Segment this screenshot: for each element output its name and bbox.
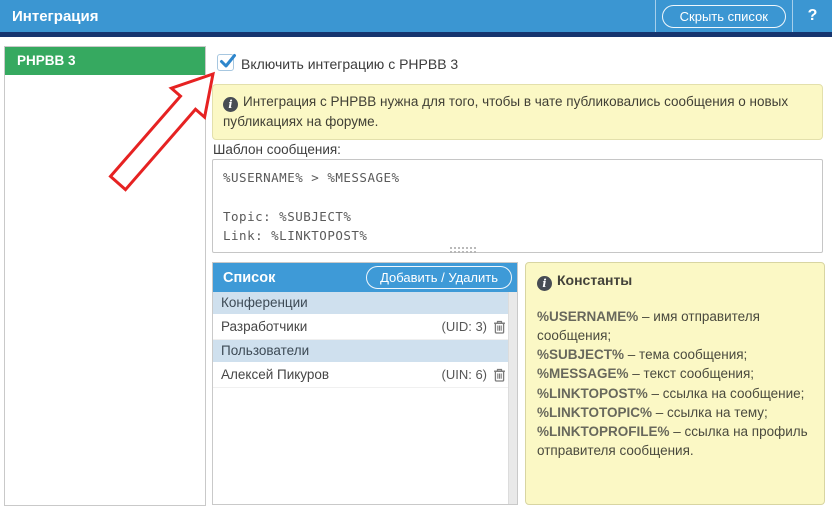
list-row[interactable]: Разработчики (UID: 3) xyxy=(213,314,517,340)
constant-item: %LINKTOPOST% – ссылка на сообщение; xyxy=(537,384,813,403)
hide-list-segment: Скрыть список xyxy=(655,0,792,32)
integration-settings-page: Интеграция Скрыть список ? PHPBB 3 Включ… xyxy=(0,0,832,512)
row-id: (UID: 3) xyxy=(442,319,488,334)
header-bar: Интеграция Скрыть список ? xyxy=(0,0,832,37)
info-icon: i xyxy=(537,276,552,291)
constants-panel: i Константы %USERNAME% – имя отправителя … xyxy=(525,262,825,505)
sidebar-panel: PHPBB 3 xyxy=(4,46,206,506)
constant-name: %SUBJECT% xyxy=(537,347,624,362)
template-textarea[interactable]: %USERNAME% > %MESSAGE% Topic: %SUBJECT% … xyxy=(212,159,823,253)
group-header-users: Пользователи xyxy=(213,340,517,362)
page-title: Интеграция xyxy=(0,8,98,25)
constant-desc: – текст сообщения; xyxy=(632,366,754,381)
list-scrollbar[interactable] xyxy=(508,292,517,504)
row-id: (UIN: 6) xyxy=(442,367,488,382)
checkmark-icon xyxy=(218,52,237,71)
constant-desc: – ссылка на сообщение; xyxy=(652,386,805,401)
info-box: iИнтеграция с PHPBB нужна для того, чтоб… xyxy=(212,84,823,140)
constant-name: %LINKTOPROFILE% xyxy=(537,424,670,439)
enable-checkbox-label: Включить интеграцию с PHPBB 3 xyxy=(241,56,458,72)
list-title: Список xyxy=(213,270,275,286)
constant-name: %MESSAGE% xyxy=(537,366,629,381)
constants-header: i Константы xyxy=(537,272,813,291)
list-row[interactable]: Алексей Пикуров (UIN: 6) xyxy=(213,362,517,388)
constant-item: %USERNAME% – имя отправителя сообщения; xyxy=(537,307,813,345)
constants-title: Константы xyxy=(557,272,632,288)
constant-item: %LINKTOPROFILE% – ссылка на профиль отпр… xyxy=(537,422,813,460)
constant-name: %LINKTOPOST% xyxy=(537,386,648,401)
constant-item: %MESSAGE% – текст сообщения; xyxy=(537,364,813,383)
row-name: Разработчики xyxy=(221,319,307,334)
info-icon: i xyxy=(223,97,238,112)
group-header-conferences: Конференции xyxy=(213,292,517,314)
trash-icon[interactable] xyxy=(493,320,506,334)
enable-integration-checkbox[interactable] xyxy=(217,54,234,71)
help-button[interactable]: ? xyxy=(808,7,818,25)
template-label: Шаблон сообщения: xyxy=(213,142,341,157)
help-segment: ? xyxy=(792,0,832,32)
info-text: Интеграция с PHPBB нужна для того, чтобы… xyxy=(223,94,788,129)
constant-desc: – ссылка на тему; xyxy=(656,405,768,420)
list-header: Список Добавить / Удалить xyxy=(213,263,517,292)
trash-icon[interactable] xyxy=(493,368,506,382)
constant-desc: – тема сообщения; xyxy=(628,347,748,362)
constant-name: %USERNAME% xyxy=(537,309,638,324)
list-panel: Список Добавить / Удалить Конференции Ра… xyxy=(212,262,518,505)
textarea-resize-grip[interactable] xyxy=(449,246,478,255)
sidebar-item-phpbb3[interactable]: PHPBB 3 xyxy=(5,47,205,75)
constant-name: %LINKTOTOPIC% xyxy=(537,405,652,420)
add-remove-button[interactable]: Добавить / Удалить xyxy=(366,266,512,289)
constant-item: %LINKTOTOPIC% – ссылка на тему; xyxy=(537,403,813,422)
header-actions: Скрыть список ? xyxy=(655,0,832,32)
row-name: Алексей Пикуров xyxy=(221,367,329,382)
hide-list-button[interactable]: Скрыть список xyxy=(662,5,786,28)
constant-item: %SUBJECT% – тема сообщения; xyxy=(537,345,813,364)
